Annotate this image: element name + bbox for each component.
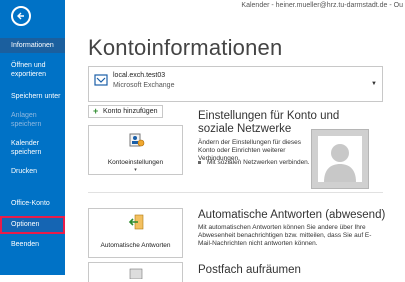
nav-anlagen-speichern: Anlagen speichern: [11, 112, 42, 128]
account-name: local.exch.test03: [113, 72, 166, 79]
page-title: Kontoinformationen: [88, 35, 283, 60]
account-selector[interactable]: local.exch.test03 Microsoft Exchange ▼: [88, 66, 383, 102]
nav-speichern-unter[interactable]: Speichern unter: [0, 92, 65, 101]
auto-reply-description: Mit automatischen Antworten können Sie a…: [198, 224, 372, 247]
nav-beenden[interactable]: Beenden: [0, 240, 65, 249]
add-account-label: Konto hinzufügen: [103, 108, 158, 115]
account-settings-label: Kontoeinstellungen: [107, 159, 164, 166]
cleanup-title: Postfach aufräumen: [198, 264, 301, 276]
main-panel: Kontoinformationen local.exch.test03 Mic…: [65, 14, 405, 282]
cleanup-icon: [129, 268, 143, 279]
plus-icon: +: [93, 106, 99, 116]
auto-reply-title: Automatische Antworten (abwesend): [198, 209, 386, 221]
arrow-left-icon: [17, 12, 24, 20]
backstage-sidebar: Informationen Öffnen und exportieren Spe…: [0, 0, 65, 275]
account-type: Microsoft Exchange: [113, 82, 175, 89]
nav-oeffnen-exportieren[interactable]: Öffnen und exportieren: [0, 61, 65, 79]
cleanup-button[interactable]: [88, 262, 183, 282]
nav-informationen[interactable]: Informationen: [0, 38, 65, 53]
back-button[interactable]: [11, 6, 31, 26]
settings-bullet: Mit sozialen Netzwerken verbinden.: [198, 159, 310, 166]
bullet-icon: [198, 160, 201, 164]
add-account-button[interactable]: + Konto hinzufügen: [88, 105, 163, 118]
person-icon: [324, 144, 356, 182]
exchange-icon: [94, 74, 108, 86]
auto-reply-label: Automatische Antworten: [100, 242, 171, 249]
section-divider: [88, 192, 383, 193]
nav-drucken[interactable]: Drucken: [0, 167, 65, 176]
nav-office-konto[interactable]: Office-Konto: [0, 199, 65, 208]
chevron-down-icon: ▼: [371, 81, 377, 87]
auto-reply-button[interactable]: Automatische Antworten: [88, 208, 183, 258]
nav-kalender-speichern[interactable]: Kalender speichern: [0, 139, 65, 157]
account-settings-icon: [129, 133, 145, 147]
avatar: [311, 129, 369, 189]
nav-optionen[interactable]: Optionen: [0, 216, 65, 234]
account-settings-button[interactable]: Kontoeinstellungen ▾: [88, 125, 183, 175]
chevron-down-icon: ▾: [134, 167, 137, 173]
auto-reply-icon: [128, 214, 144, 230]
